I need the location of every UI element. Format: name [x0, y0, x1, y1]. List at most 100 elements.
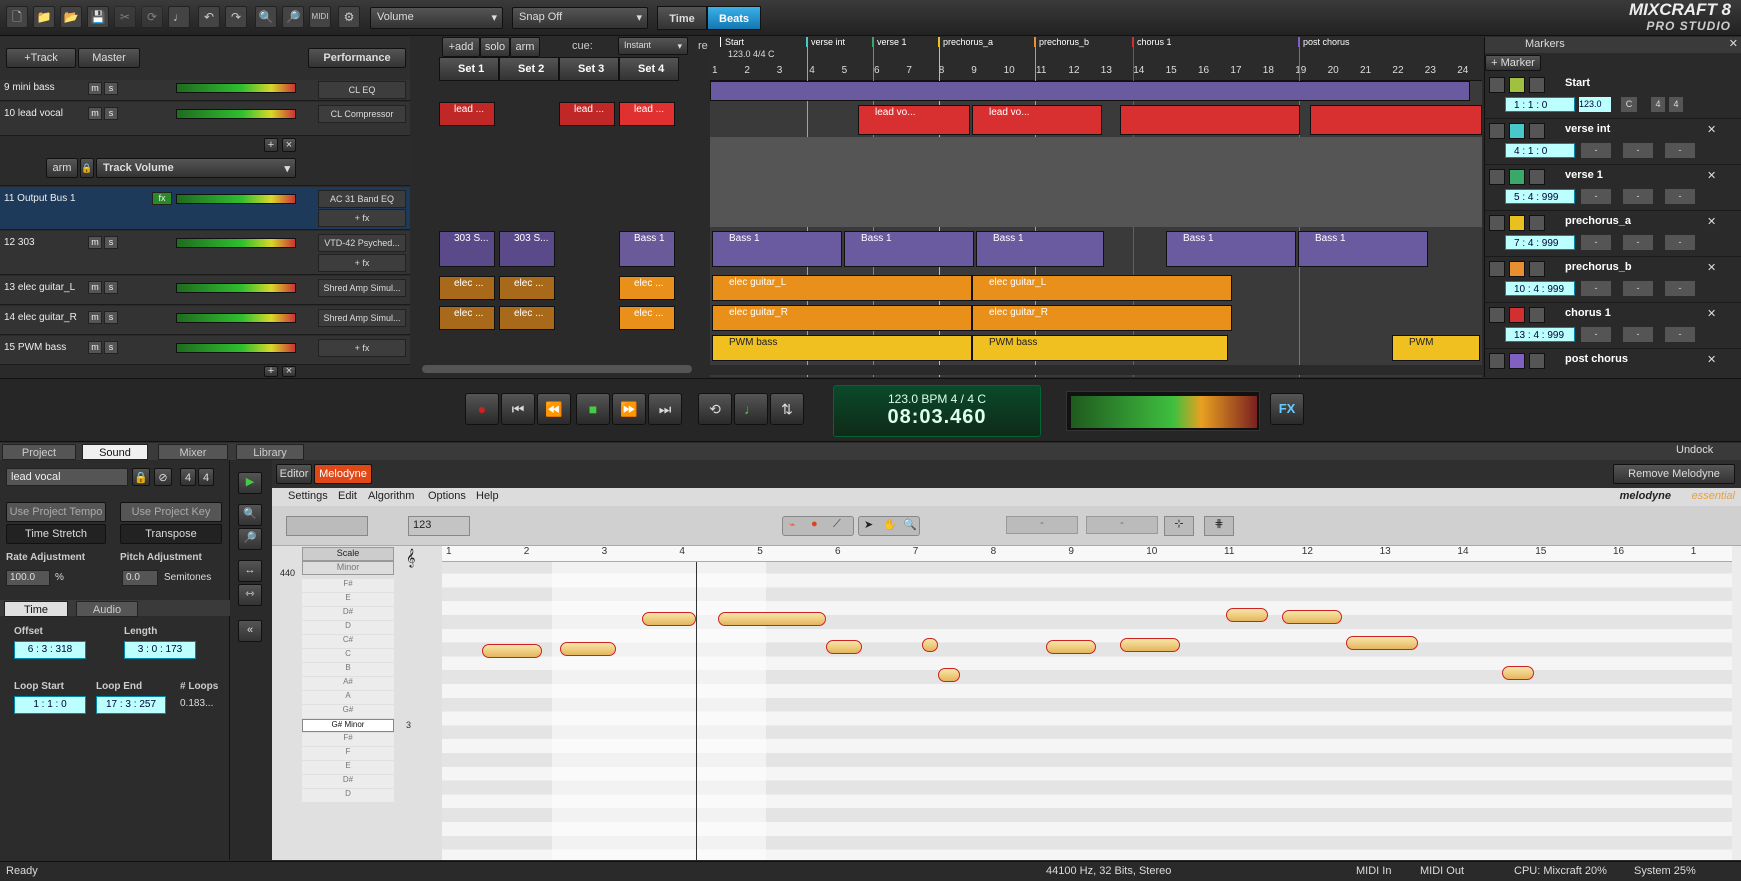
play-marker-icon[interactable] — [1489, 123, 1505, 139]
mute-button[interactable]: m — [88, 281, 102, 294]
add-marker-button[interactable]: + Marker — [1485, 55, 1541, 71]
clip-lead-vocal[interactable]: lead vo... — [858, 105, 970, 135]
key-label[interactable]: G# Minor — [302, 719, 394, 732]
clip-lead-vocal[interactable] — [1310, 105, 1482, 135]
subtab-time[interactable]: Time — [4, 601, 68, 617]
pitch-input[interactable]: 0.0 — [122, 570, 158, 586]
pitch-label[interactable]: E — [302, 593, 394, 606]
pitch-label[interactable]: A — [302, 691, 394, 704]
track-row[interactable]: 10 lead vocal m s CL Compressor — [0, 102, 410, 136]
marker-name[interactable]: verse 1 — [1565, 169, 1603, 181]
melodyne-tab[interactable]: Melodyne — [314, 464, 372, 484]
blob-tool-icon[interactable]: ● — [811, 518, 818, 530]
clip-guitar-l[interactable]: elec guitar_L — [972, 275, 1232, 301]
marker-time[interactable]: 1 : 1 : 0 — [1505, 97, 1575, 112]
flag-icon[interactable] — [1529, 215, 1545, 231]
fx-slot[interactable]: CL Compressor — [318, 105, 406, 123]
marker-name[interactable]: verse int — [1565, 123, 1610, 135]
solo-button[interactable]: solo — [480, 37, 510, 57]
menu-options[interactable]: Options — [428, 490, 466, 502]
note-blob[interactable] — [1226, 608, 1268, 622]
add-lane-icon[interactable]: + — [264, 138, 278, 152]
clip-bass1[interactable]: Bass 1 — [1298, 231, 1428, 267]
track-name[interactable]: 14 elec guitar_R — [4, 312, 77, 323]
go-to-start-button[interactable]: ⏮ — [501, 393, 535, 425]
pitch-label[interactable]: C# — [302, 635, 394, 648]
clip-bass1[interactable]: Bass 1 — [712, 231, 842, 267]
lock-icon[interactable]: 🔒 — [132, 468, 150, 486]
clip-cell[interactable]: lead ... — [619, 102, 675, 126]
volume-select[interactable]: Volume — [370, 7, 503, 29]
marker-time[interactable]: 13 : 4 : 999 — [1505, 327, 1575, 342]
close-lane-icon[interactable]: × — [282, 138, 296, 152]
midi-icon[interactable]: MIDI — [309, 6, 331, 28]
add-track-button[interactable]: +Track — [6, 48, 76, 68]
add-fx-slot[interactable]: + fx — [318, 209, 406, 227]
note-blob[interactable] — [1282, 610, 1342, 624]
play-marker-icon[interactable] — [1489, 261, 1505, 277]
clip-pwm-bass[interactable]: PWM bass — [972, 335, 1228, 361]
clip-bass1[interactable]: Bass 1 — [976, 231, 1104, 267]
marker-sig[interactable]: - — [1665, 235, 1695, 250]
volume-meter[interactable] — [176, 283, 296, 293]
use-project-key-button[interactable]: Use Project Key — [120, 502, 222, 522]
clip-lead-vocal[interactable] — [1120, 105, 1300, 135]
sig-denominator[interactable]: 4 — [198, 468, 214, 486]
marker-time[interactable]: 7 : 4 : 999 — [1505, 235, 1575, 250]
marker-time[interactable]: 10 : 4 : 999 — [1505, 281, 1575, 296]
delete-marker-icon[interactable]: ✕ — [1707, 353, 1716, 366]
marker-color-swatch[interactable] — [1509, 307, 1525, 323]
note-blob[interactable] — [642, 612, 696, 626]
hand-icon[interactable]: ✋ — [883, 518, 897, 531]
fx-slot[interactable]: CL EQ — [318, 81, 406, 99]
zoom-icon[interactable]: 🔍 — [903, 518, 917, 531]
undock-button[interactable]: Undock — [1676, 444, 1713, 456]
volume-meter[interactable] — [176, 313, 296, 323]
menu-edit[interactable]: Edit — [338, 490, 357, 502]
clip-mini-bass[interactable] — [710, 81, 1470, 101]
marker-sig[interactable]: - — [1665, 143, 1695, 158]
redo-icon[interactable]: ↷ — [225, 6, 247, 28]
note-grid[interactable]: 1 2 3 4 5 6 7 8 9 10 11 12 13 14 15 16 1 — [442, 546, 1732, 860]
track-name[interactable]: 11 Output Bus 1 — [4, 193, 76, 204]
track-row[interactable]: 14 elec guitar_R m s Shred Amp Simul... — [0, 306, 410, 335]
sync-icon[interactable]: ⇅ — [770, 393, 804, 425]
marker-color-swatch[interactable] — [1509, 215, 1525, 231]
delete-marker-icon[interactable]: ✕ — [1707, 169, 1716, 182]
volume-meter[interactable] — [176, 109, 296, 119]
overview-box[interactable] — [286, 516, 368, 536]
save-icon[interactable]: 💾 — [87, 6, 109, 28]
tab-mixer[interactable]: Mixer — [158, 444, 228, 460]
pitch-label[interactable]: F — [302, 747, 394, 760]
note-blob[interactable] — [938, 668, 960, 682]
set-1-header[interactable]: Set 1 — [439, 57, 499, 81]
note-blob[interactable] — [1046, 640, 1096, 654]
volume-meter[interactable] — [176, 194, 296, 204]
metronome-icon[interactable]: ♩ — [168, 6, 190, 28]
flag-icon[interactable] — [1529, 123, 1545, 139]
marker-sig[interactable]: - — [1665, 327, 1695, 342]
solo-button[interactable]: s — [104, 107, 118, 120]
loop-icon[interactable]: ⟳ — [141, 6, 163, 28]
mute-button[interactable]: m — [88, 236, 102, 249]
no-icon[interactable]: ⊘ — [154, 468, 172, 486]
marker-time[interactable]: 4 : 1 : 0 — [1505, 143, 1575, 158]
play-marker-icon[interactable] — [1489, 169, 1505, 185]
clip-cell[interactable]: lead ... — [439, 102, 495, 126]
play-marker-icon[interactable] — [1489, 215, 1505, 231]
use-project-tempo-button[interactable]: Use Project Tempo — [6, 502, 106, 522]
pitch-label[interactable]: D# — [302, 775, 394, 788]
note-blob[interactable] — [560, 642, 616, 656]
marker-flag[interactable]: chorus 1 — [1132, 37, 1172, 47]
marker-key[interactable]: - — [1623, 143, 1653, 158]
marker-color-swatch[interactable] — [1509, 353, 1525, 369]
tab-library[interactable]: Library — [236, 444, 304, 460]
note-blob[interactable] — [1346, 636, 1418, 650]
time-stretch-button[interactable]: Time Stretch — [6, 524, 106, 544]
note-blob[interactable] — [482, 644, 542, 658]
delete-marker-icon[interactable]: ✕ — [1707, 261, 1716, 274]
flag-icon[interactable] — [1529, 353, 1545, 369]
zoom-in-icon[interactable]: 🔍 — [238, 504, 262, 526]
fx-slot[interactable]: AC 31 Band EQ — [318, 190, 406, 208]
pitch-label[interactable]: D — [302, 789, 394, 802]
